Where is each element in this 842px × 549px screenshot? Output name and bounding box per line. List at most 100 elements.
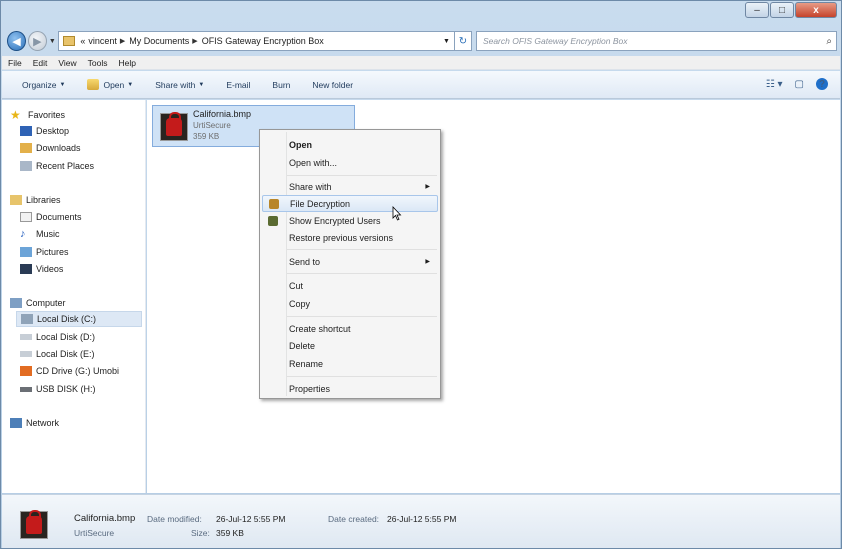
menu-item-rename[interactable]: Rename xyxy=(262,355,438,372)
maximize-button[interactable]: □ xyxy=(770,2,794,18)
videos-icon xyxy=(20,264,32,274)
address-bar[interactable]: « vincent ▶ My Documents ▶ OFIS Gateway … xyxy=(58,31,455,51)
recent-pages-dropdown[interactable]: ▼ xyxy=(49,38,57,45)
details-file-type: UrtiSecure xyxy=(74,528,115,538)
menu-item-share-with[interactable]: Share with ▶ xyxy=(262,178,438,195)
local-disk-e-label: Local Disk (E:) xyxy=(36,349,95,359)
menu-separator xyxy=(287,249,437,250)
breadcrumb-separator-icon[interactable]: ▶ xyxy=(192,37,197,45)
caption-buttons: – □ x xyxy=(744,2,837,18)
menu-tools[interactable]: Tools xyxy=(88,58,108,68)
refresh-button[interactable]: ↻ xyxy=(454,31,472,51)
star-icon: ★ xyxy=(10,108,21,122)
date-modified-label: Date modified: xyxy=(147,514,202,524)
menu-separator xyxy=(287,273,437,274)
context-menu: Open Open with... Share with ▶ File Decry… xyxy=(259,129,441,399)
change-view-icon[interactable]: ☷ ▾ xyxy=(766,79,783,90)
libraries-icon xyxy=(10,195,22,205)
menu-edit[interactable]: Edit xyxy=(33,58,48,68)
menu-file[interactable]: File xyxy=(8,58,22,68)
open-icon xyxy=(87,79,100,90)
menu-item-properties[interactable]: Properties xyxy=(262,380,438,397)
open-button[interactable]: Open ▼ xyxy=(87,79,133,90)
organize-button[interactable]: Organize ▼ xyxy=(22,80,65,90)
menu-item-open[interactable]: Open xyxy=(262,136,438,153)
chevron-down-icon: ▼ xyxy=(59,81,66,88)
file-list: California.bmp UrtiSecure 359 KB xyxy=(147,100,840,493)
search-placeholder: Search OFIS Gateway Encryption Box xyxy=(482,36,628,46)
navigation-pane: ★ Favorites Desktop Downloads Recent Plac… xyxy=(2,100,146,493)
sidebar-item-music[interactable]: ♪ Music xyxy=(20,226,60,242)
sidebar-item-libraries[interactable]: Libraries xyxy=(10,192,61,208)
share-with-button[interactable]: Share with ▼ xyxy=(155,80,204,90)
recent-places-icon xyxy=(20,161,32,171)
favorites-label: Favorites xyxy=(28,110,66,120)
date-modified-value: 26-Jul-12 5:55 PM xyxy=(216,514,286,524)
downloads-label: Downloads xyxy=(36,143,81,153)
sidebar-item-recent-places[interactable]: Recent Places xyxy=(20,158,94,174)
show-encrypted-label: Show Encrypted Users xyxy=(289,215,381,226)
organize-label: Organize xyxy=(22,79,57,90)
file-thumbnail xyxy=(160,112,188,141)
menu-help[interactable]: Help xyxy=(118,58,135,68)
sidebar-item-local-disk-e[interactable]: Local Disk (E:) xyxy=(20,346,95,362)
sidebar-item-documents[interactable]: Documents xyxy=(20,209,82,225)
sidebar-item-cd-drive[interactable]: CD Drive (G:) Umobi xyxy=(20,363,119,379)
sidebar-item-local-disk-d[interactable]: Local Disk (D:) xyxy=(20,329,95,345)
breadcrumb-ofis-folder[interactable]: OFIS Gateway Encryption Box xyxy=(202,36,324,46)
forward-button[interactable]: ▶ xyxy=(27,31,47,51)
sidebar-item-desktop[interactable]: Desktop xyxy=(20,123,69,139)
address-dropdown-icon[interactable]: ▼ xyxy=(443,38,450,45)
menu-separator xyxy=(287,175,437,176)
help-icon[interactable]: ? xyxy=(816,78,828,90)
send-to-label: Send to xyxy=(289,256,321,267)
menu-item-show-encrypted-users[interactable]: Show Encrypted Users xyxy=(262,212,438,229)
sidebar-item-network[interactable]: Network xyxy=(10,415,59,431)
menu-separator xyxy=(287,316,437,317)
breadcrumb-overflow[interactable]: « xyxy=(80,36,85,46)
pictures-label: Pictures xyxy=(36,247,69,257)
documents-icon xyxy=(20,212,32,222)
documents-label: Documents xyxy=(36,212,82,222)
file-type: UrtiSecure xyxy=(193,121,231,130)
menu-item-restore-previous-versions[interactable]: Restore previous versions xyxy=(262,229,438,246)
share-with-label: Share with xyxy=(289,181,332,192)
menu-item-copy[interactable]: Copy xyxy=(262,295,438,312)
folder-icon xyxy=(63,36,76,46)
email-button[interactable]: E-mail xyxy=(226,80,250,90)
breadcrumb-my-documents[interactable]: My Documents xyxy=(129,36,189,46)
details-pane: California.bmp UrtiSecure Date modified:… xyxy=(2,494,840,548)
sidebar-item-usb-disk[interactable]: USB DISK (H:) xyxy=(20,381,96,397)
network-icon xyxy=(10,418,22,428)
minimize-button[interactable]: – xyxy=(745,2,769,18)
sidebar-item-videos[interactable]: Videos xyxy=(20,261,63,277)
breadcrumb-vincent[interactable]: vincent xyxy=(88,36,117,46)
menu-item-open-with[interactable]: Open with... xyxy=(262,154,438,171)
back-button[interactable]: ◀ xyxy=(7,31,26,51)
sidebar-item-favorites[interactable]: ★ Favorites xyxy=(10,107,65,123)
computer-label: Computer xyxy=(26,298,66,308)
sidebar-item-downloads[interactable]: Downloads xyxy=(20,140,81,156)
search-input[interactable]: Search OFIS Gateway Encryption Box ⌕ xyxy=(475,31,838,51)
drive-icon xyxy=(20,334,32,340)
menu-item-send-to[interactable]: Send to ▶ xyxy=(262,253,438,270)
usb-disk-label: USB DISK (H:) xyxy=(36,384,96,394)
breadcrumb-separator-icon[interactable]: ▶ xyxy=(120,37,125,45)
sidebar-item-local-disk-c[interactable]: Local Disk (C:) xyxy=(16,311,142,327)
file-size: 359 KB xyxy=(193,132,220,141)
menu-item-cut[interactable]: Cut xyxy=(262,277,438,294)
burn-button[interactable]: Burn xyxy=(272,80,290,90)
preview-pane-icon[interactable]: ▢ xyxy=(795,79,804,90)
menu-view[interactable]: View xyxy=(58,58,76,68)
search-icon[interactable]: ⌕ xyxy=(826,36,832,47)
lock-icon xyxy=(166,112,182,136)
new-folder-button[interactable]: New folder xyxy=(312,80,353,90)
sidebar-item-computer[interactable]: Computer xyxy=(10,295,66,311)
menu-item-file-decryption[interactable]: File Decryption xyxy=(262,195,438,212)
menu-item-delete[interactable]: Delete xyxy=(262,337,438,354)
decryption-icon xyxy=(269,198,279,209)
date-created-value: 26-Jul-12 5:55 PM xyxy=(387,514,457,524)
menu-item-create-shortcut[interactable]: Create shortcut xyxy=(262,320,438,337)
close-button[interactable]: x xyxy=(795,2,837,18)
sidebar-item-pictures[interactable]: Pictures xyxy=(20,244,69,260)
